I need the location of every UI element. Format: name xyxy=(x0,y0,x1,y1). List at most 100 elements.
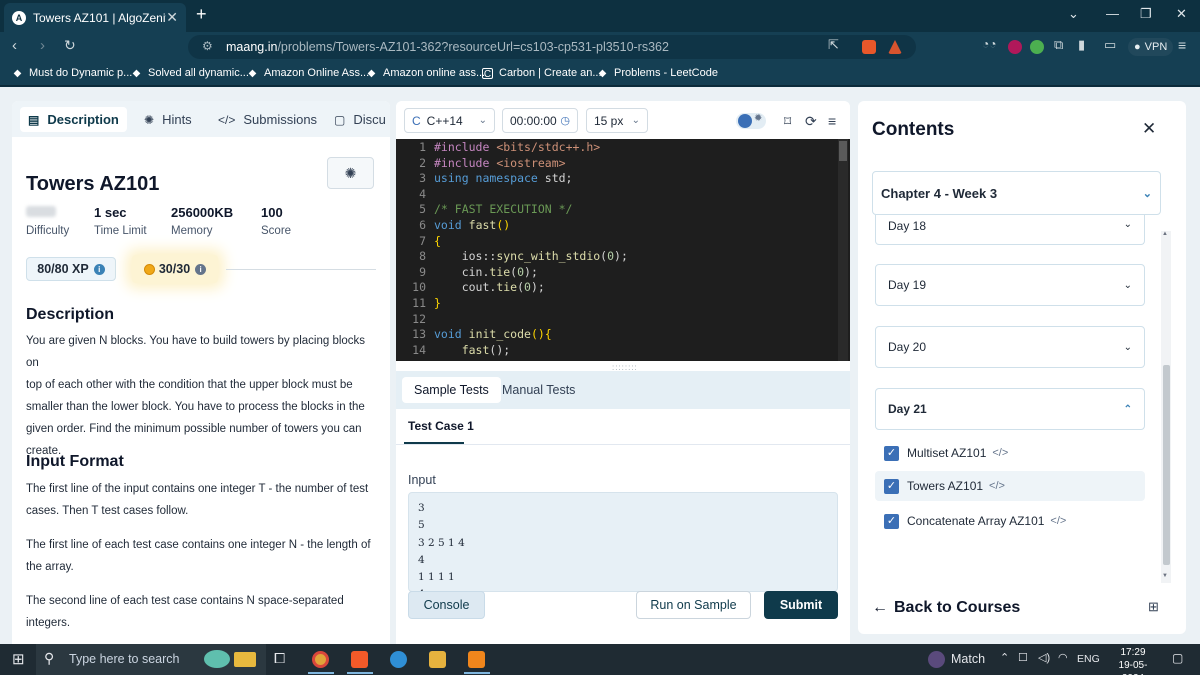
tab-sample-tests[interactable]: Sample Tests xyxy=(402,377,501,403)
brave-shields-icon[interactable] xyxy=(862,40,876,54)
taskbar-search[interactable]: ⚲ Type here to search xyxy=(36,644,266,675)
close-window-icon[interactable]: ✕ xyxy=(1176,6,1187,22)
scroll-up-icon[interactable]: ▲ xyxy=(1162,231,1168,237)
share-icon[interactable]: ⇱ xyxy=(828,37,839,53)
timer[interactable]: 00:00:00 ◷ xyxy=(502,108,578,133)
line-number: 6 xyxy=(419,218,426,232)
day-item[interactable]: Day 19 ⌄ xyxy=(875,264,1145,306)
reset-code-icon[interactable]: ⟳ xyxy=(805,113,817,130)
wifi-icon[interactable]: ◠ xyxy=(1058,651,1068,664)
sidebar-toggle-icon[interactable]: ▮ xyxy=(1078,37,1085,53)
extension-play-icon[interactable] xyxy=(1008,40,1022,54)
menu-icon[interactable]: ≡ xyxy=(828,113,836,129)
tab-submissions[interactable]: </> Submissions xyxy=(210,107,325,132)
checkbox-checked-icon[interactable]: ✓ xyxy=(884,478,899,494)
font-size-select[interactable]: 15 px ⌄ xyxy=(586,108,648,133)
chevron-down-icon: ⌄ xyxy=(1123,279,1132,291)
menu-icon[interactable]: ≡ xyxy=(1178,37,1186,53)
language-indicator[interactable]: ENG xyxy=(1077,653,1100,665)
site-settings-icon[interactable]: ⚙ xyxy=(202,39,213,53)
language-select[interactable]: C C++14 ⌄ xyxy=(404,108,495,133)
notifications-icon[interactable]: ▢ xyxy=(1172,651,1183,665)
input-label: Input xyxy=(408,473,436,487)
back-to-courses-link[interactable]: ← Back to Courses xyxy=(872,599,1020,617)
edge-icon[interactable] xyxy=(390,651,407,668)
input-format-text: The second line of each test case contai… xyxy=(26,590,376,634)
theme-toggle[interactable]: ✹ xyxy=(736,113,766,129)
tab-description[interactable]: ▤ Description xyxy=(20,107,127,132)
day-item[interactable]: Day 18 ⌄ xyxy=(875,215,1145,245)
widget-label[interactable]: Match xyxy=(951,652,985,666)
code-editor[interactable]: 1 #include <bits/stdc++.h> 2 #include <ios… xyxy=(396,139,850,361)
time-limit-stat: 1 sec Time Limit xyxy=(94,205,147,237)
contents-scrollbar[interactable]: ▲ ▼ xyxy=(1161,231,1171,583)
scrollbar-thumb[interactable] xyxy=(1163,365,1170,565)
volume-icon[interactable]: ◁) xyxy=(1038,651,1050,664)
tab-discuss[interactable]: ▢ Discu xyxy=(326,107,390,132)
bookmark-item[interactable]: ◆ Solved all dynamic... xyxy=(131,67,249,79)
bookmark-item[interactable]: ◆ Amazon online ass... xyxy=(366,67,485,79)
weather-icon[interactable] xyxy=(928,651,945,668)
tab-hints[interactable]: ✺ Hints xyxy=(136,107,200,132)
chrome-icon[interactable] xyxy=(312,651,329,668)
clock[interactable]: 17:29 19-05-2024 xyxy=(1108,646,1158,675)
tab-search-chevron-icon[interactable]: ⌄ xyxy=(1068,6,1079,22)
windows-start-icon[interactable]: ⊞ xyxy=(12,650,25,668)
vpn-button[interactable]: ● VPN xyxy=(1128,38,1174,56)
extensions-puzzle-icon[interactable]: ⧉ xyxy=(1054,37,1063,53)
back-icon[interactable]: ‹ xyxy=(12,37,17,54)
toggle-knob xyxy=(738,114,752,128)
problem-item[interactable]: ✓ Multiset AZ101 </> xyxy=(875,438,1145,468)
scroll-down-icon[interactable]: ▼ xyxy=(1162,573,1168,579)
tray-chevron-icon[interactable]: ⌃ xyxy=(1000,651,1009,664)
new-tab-icon[interactable]: + xyxy=(196,4,207,25)
day-item-expanded[interactable]: Day 21 ⌃ xyxy=(875,388,1145,430)
tab-manual-tests[interactable]: Manual Tests xyxy=(490,377,587,403)
wallet-icon[interactable]: ▭ xyxy=(1104,37,1116,53)
brave-icon[interactable] xyxy=(351,651,368,668)
run-on-sample-button[interactable]: Run on Sample xyxy=(636,591,751,619)
bookmark-item[interactable]: ◆ Amazon Online Ass... xyxy=(247,67,370,79)
day-item[interactable]: Day 20 ⌄ xyxy=(875,326,1145,368)
forward-icon[interactable]: › xyxy=(40,37,45,54)
minimize-icon[interactable]: — xyxy=(1106,6,1119,21)
editor-scrollbar[interactable] xyxy=(838,139,848,361)
chapter-select[interactable]: Chapter 4 - Week 3 ⌄ xyxy=(872,171,1161,215)
maximize-icon[interactable]: ❐ xyxy=(1140,6,1152,22)
bookmark-icon[interactable]: ⌑ xyxy=(784,113,791,130)
info-icon[interactable]: i xyxy=(93,263,105,275)
extension-plus-icon[interactable] xyxy=(1030,40,1044,54)
problem-item-active[interactable]: ✓ Towers AZ101 </> xyxy=(875,471,1145,501)
console-button[interactable]: Console xyxy=(408,591,485,619)
close-icon[interactable]: ✕ xyxy=(1142,119,1156,139)
info-icon[interactable]: i xyxy=(195,263,207,275)
submit-button[interactable]: Submit xyxy=(764,591,838,619)
address-bar[interactable]: ⚙ maang.in/problems/Towers-AZ101-362?res… xyxy=(188,35,916,59)
network-icon[interactable]: ☐ xyxy=(1018,651,1028,664)
scrollbar-thumb[interactable] xyxy=(839,141,847,161)
sublime-text-icon[interactable] xyxy=(468,651,485,668)
line-number: 13 xyxy=(412,327,426,342)
tab-label: Discu xyxy=(353,112,386,127)
memory-stat: 256000KB Memory xyxy=(171,205,233,237)
reader-glasses-icon[interactable]: ◔◔ xyxy=(982,37,997,51)
test-case-tab[interactable]: Test Case 1 xyxy=(408,419,474,433)
browser-tab[interactable]: A Towers AZ101 | AlgoZenith ✕ xyxy=(4,3,186,32)
hint-bulb-button[interactable]: ✺ xyxy=(327,157,374,189)
grid-icon[interactable]: ⊞ xyxy=(1148,599,1159,615)
bookmark-item[interactable]: C Carbon | Create an... xyxy=(482,67,602,80)
bulb-icon: ✺ xyxy=(344,164,357,181)
checkbox-checked-icon[interactable]: ✓ xyxy=(884,445,899,461)
reload-icon[interactable]: ↻ xyxy=(64,37,76,54)
problem-item[interactable]: ✓ Concatenate Array AZ101 </> xyxy=(875,506,1145,536)
test-input-box[interactable]: 3 5 3 2 5 1 4 4 1 1 1 1 4 xyxy=(408,492,838,592)
file-explorer-icon[interactable] xyxy=(429,651,446,668)
task-view-icon[interactable]: ⧠ xyxy=(274,650,285,667)
line-number: 4 xyxy=(419,186,426,201)
search-placeholder: Type here to search xyxy=(69,652,180,666)
checkbox-checked-icon[interactable]: ✓ xyxy=(884,513,899,529)
close-tab-icon[interactable]: ✕ xyxy=(166,9,178,26)
bookmark-item[interactable]: ◆ Problems - LeetCode xyxy=(597,67,718,79)
windows-taskbar: ⊞ ⚲ Type here to search ⧠ Match ⌃ ☐ ◁) ◠… xyxy=(0,644,1200,675)
bookmark-item[interactable]: ◆ Must do Dynamic p... xyxy=(12,67,133,79)
